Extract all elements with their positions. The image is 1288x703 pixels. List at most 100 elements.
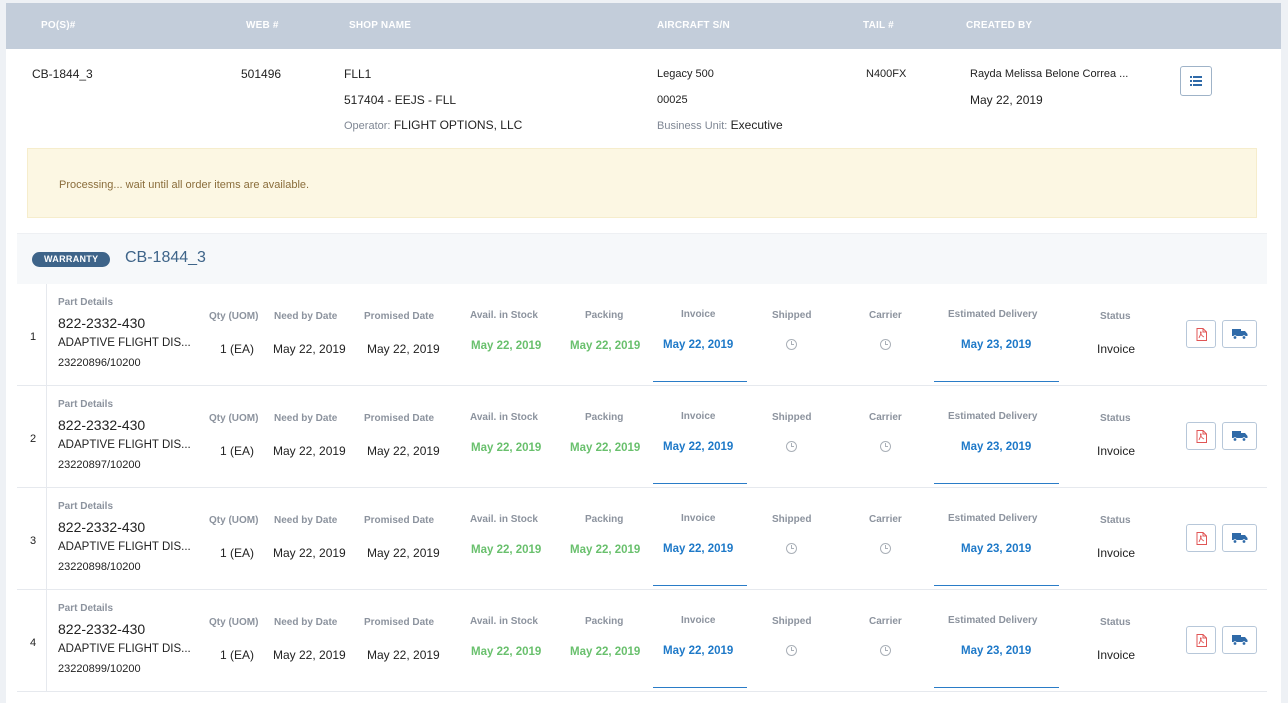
tracking-button[interactable]	[1222, 422, 1257, 450]
status-label: Status	[1100, 515, 1131, 526]
invoice-value[interactable]: May 22, 2019	[663, 339, 733, 351]
invoice-underline	[653, 381, 747, 382]
est-delivery-underline	[934, 381, 1059, 382]
part-reference: 23220897/10200	[58, 459, 141, 471]
invoice-value[interactable]: May 22, 2019	[663, 441, 733, 453]
tracking-button[interactable]	[1222, 320, 1257, 348]
clock-icon	[880, 543, 891, 554]
promised-value: May 22, 2019	[367, 648, 440, 662]
alert-message: Processing... wait until all order items…	[59, 179, 310, 191]
est-delivery-value[interactable]: May 23, 2019	[961, 543, 1031, 555]
shipped-label: Shipped	[772, 616, 812, 627]
est-delivery-label: Estimated Delivery	[948, 411, 1038, 422]
packing-value: May 22, 2019	[570, 646, 641, 658]
row-number: 2	[30, 433, 37, 445]
pdf-icon	[1196, 327, 1207, 341]
status-value: Invoice	[1097, 444, 1136, 458]
carrier-label: Carrier	[869, 412, 902, 423]
col-aircraft: AIRCRAFT S/N	[657, 20, 730, 31]
qty-label: Qty (UOM)	[209, 617, 259, 628]
promised-value: May 22, 2019	[367, 444, 440, 458]
created-by: Rayda Melissa Belone Correa ...	[970, 68, 1129, 80]
truck-icon	[1231, 635, 1247, 646]
status-label: Status	[1100, 617, 1131, 628]
part-description: ADAPTIVE FLIGHT DIS...	[58, 541, 191, 553]
status-value: Invoice	[1097, 648, 1136, 662]
part-number[interactable]: 822-2332-430	[58, 315, 145, 331]
part-reference: 23220898/10200	[58, 561, 141, 573]
invoice-underline	[653, 585, 747, 586]
pdf-button[interactable]	[1186, 320, 1216, 348]
po-number[interactable]: CB-1844_3	[32, 67, 93, 81]
tracking-button[interactable]	[1222, 524, 1257, 552]
order-item-row: 2 Part Details 822-2332-430 ADAPTIVE FLI…	[17, 386, 1267, 488]
part-details-label: Part Details	[58, 603, 114, 614]
shop-name: FLL1	[344, 67, 372, 81]
est-delivery-underline	[934, 687, 1059, 688]
part-number[interactable]: 822-2332-430	[58, 519, 145, 535]
need-by-label: Need by Date	[274, 515, 338, 526]
packing-value: May 22, 2019	[570, 340, 641, 352]
pdf-icon	[1196, 429, 1207, 443]
est-delivery-value[interactable]: May 23, 2019	[961, 339, 1031, 351]
avail-value: May 22, 2019	[471, 442, 542, 454]
status-value: Invoice	[1097, 546, 1136, 560]
clock-icon	[786, 441, 797, 452]
est-delivery-label: Estimated Delivery	[948, 309, 1038, 320]
part-reference: 23220899/10200	[58, 663, 141, 675]
clock-icon	[880, 441, 891, 452]
orders-table-header: PO(S)# WEB # SHOP NAME AIRCRAFT S/N TAIL…	[6, 3, 1281, 49]
clock-icon	[786, 543, 797, 554]
pdf-button[interactable]	[1186, 422, 1216, 450]
row-number: 4	[30, 637, 37, 649]
row-number-cell: 3	[17, 488, 47, 589]
need-by-value: May 22, 2019	[273, 648, 346, 662]
part-details-label: Part Details	[58, 297, 114, 308]
col-tail: TAIL #	[863, 20, 894, 31]
col-web: WEB #	[246, 20, 279, 31]
pdf-button[interactable]	[1186, 524, 1216, 552]
carrier-label: Carrier	[869, 616, 902, 627]
est-delivery-value[interactable]: May 23, 2019	[961, 645, 1031, 657]
warranty-badge: WARRANTY	[32, 252, 111, 267]
group-title: CB-1844_3	[125, 249, 206, 266]
status-label: Status	[1100, 311, 1131, 322]
est-delivery-label: Estimated Delivery	[948, 513, 1038, 524]
promised-value: May 22, 2019	[367, 546, 440, 560]
operator-value: FLIGHT OPTIONS, LLC	[393, 118, 523, 132]
shipped-label: Shipped	[772, 310, 812, 321]
group-header: WARRANTY CB-1844_3	[17, 233, 1267, 284]
row-number-cell: 4	[17, 590, 47, 691]
part-details-label: Part Details	[58, 399, 114, 410]
part-number[interactable]: 822-2332-430	[58, 621, 145, 637]
est-delivery-value[interactable]: May 23, 2019	[961, 441, 1031, 453]
tracking-button[interactable]	[1222, 626, 1257, 654]
invoice-value[interactable]: May 22, 2019	[663, 543, 733, 555]
business-unit: Business Unit: Executive	[657, 118, 783, 132]
part-description: ADAPTIVE FLIGHT DIS...	[58, 643, 191, 655]
part-number[interactable]: 822-2332-430	[58, 417, 145, 433]
business-unit-value: Executive	[730, 118, 783, 132]
row-number: 3	[30, 535, 37, 547]
order-card: PO(S)# WEB # SHOP NAME AIRCRAFT S/N TAIL…	[6, 3, 1281, 703]
pdf-button[interactable]	[1186, 626, 1216, 654]
packing-label: Packing	[585, 616, 624, 627]
operator-label: Operator:	[344, 120, 391, 132]
qty-label: Qty (UOM)	[209, 515, 259, 526]
need-by-value: May 22, 2019	[273, 546, 346, 560]
status-label: Status	[1100, 413, 1131, 424]
processing-alert: Processing... wait until all order items…	[27, 148, 1257, 218]
col-shop: SHOP NAME	[349, 20, 412, 31]
invoice-value[interactable]: May 22, 2019	[663, 645, 733, 657]
avail-label: Avail. in Stock	[470, 310, 538, 321]
promised-label: Promised Date	[364, 413, 435, 424]
avail-label: Avail. in Stock	[470, 616, 538, 627]
qty-value: 1 (EA)	[220, 444, 255, 458]
aircraft-model: Legacy 500	[657, 68, 714, 80]
order-item-row: 3 Part Details 822-2332-430 ADAPTIVE FLI…	[17, 488, 1267, 590]
list-details-button[interactable]	[1180, 66, 1212, 96]
part-description: ADAPTIVE FLIGHT DIS...	[58, 439, 191, 451]
row-number-cell: 2	[17, 386, 47, 487]
est-delivery-label: Estimated Delivery	[948, 615, 1038, 626]
qty-label: Qty (UOM)	[209, 311, 259, 322]
